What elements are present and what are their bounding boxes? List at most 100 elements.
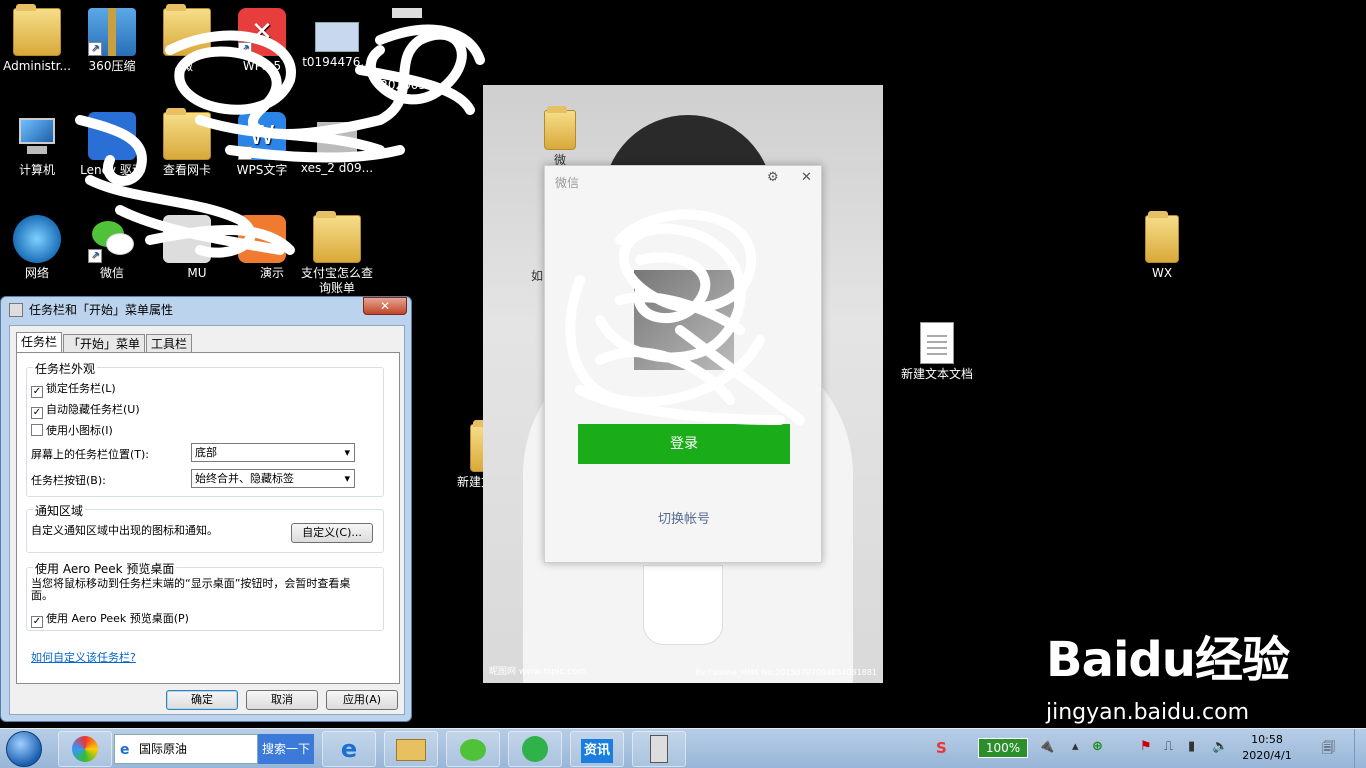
taskbar-tab-panel: 任务栏外观 ✓ 锁定任务栏(L) ✓ 自动隐藏任务栏(U) 使用小图标(I) 屏幕上…	[16, 352, 400, 684]
desktop-icon-label: 计算机	[18, 163, 55, 177]
sogou-icon[interactable]: S	[936, 739, 947, 757]
desktop-icon-check-nic[interactable]: 查看网卡	[150, 108, 224, 178]
taskbar-news[interactable]: 资讯	[570, 731, 624, 767]
desktop-icon-mu[interactable]: MU	[150, 215, 224, 281]
desktop-icon-2020033[interactable]: 2020033	[370, 8, 444, 93]
checkbox-unchecked[interactable]	[31, 424, 43, 436]
desktop-icon-presentation[interactable]: 演示	[225, 215, 299, 281]
browser-icon	[522, 736, 548, 762]
buttons-label: 任务栏按钮(B):	[31, 474, 106, 487]
switch-account-link[interactable]: 切换帐号	[545, 508, 823, 527]
desktop-icon-wx-folder[interactable]: WX	[1125, 211, 1199, 281]
customize-button[interactable]: 自定义(C)...	[291, 523, 373, 543]
desktop-icon-xes[interactable]: xes_2 d09...	[300, 112, 374, 176]
taskbar-browser[interactable]	[508, 731, 562, 767]
desktop-icon-label: t0194476...	[302, 55, 372, 69]
power-plug-icon[interactable]: 🔌	[1038, 739, 1054, 754]
taskbar-properties-dialog[interactable]: 任务栏和「开始」菜单属性 ✕ 任务栏 「开始」菜单 工具栏 任务栏外观 ✓ 锁定任…	[0, 296, 412, 722]
close-icon[interactable]: ✕	[801, 170, 812, 185]
login-button[interactable]: 登录	[578, 424, 790, 464]
news-button-label: 资讯	[580, 739, 613, 763]
desktop-icon-label: 查看网卡	[162, 163, 211, 177]
buttons-select[interactable]: 始终合并、隐藏标签	[191, 469, 355, 488]
desktop-icon-wps[interactable]: ✕ ↗ WPS 5	[225, 8, 299, 74]
desktop-icon-alipay-folder[interactable]: 支付宝怎么查询账单	[300, 211, 374, 296]
search-input[interactable]: 国际原油	[114, 734, 258, 764]
close-button[interactable]: ✕	[363, 297, 407, 315]
help-link[interactable]: 如何自定义该任务栏?	[31, 649, 136, 665]
taskbar-wechat[interactable]	[446, 731, 500, 767]
desktop-icon-label: 360压缩	[88, 59, 136, 73]
taskbar-server-app[interactable]	[632, 731, 686, 767]
tab-taskbar[interactable]: 任务栏	[16, 332, 63, 353]
volume-icon[interactable]: 🔈	[1212, 739, 1228, 754]
small-icons-checkbox[interactable]: 使用小图标(I)	[31, 422, 113, 438]
taskbar-ie[interactable]: e	[322, 731, 376, 767]
desktop-icon-lenovo[interactable]: Lenov 驱动	[75, 112, 149, 178]
aero-peek-checkbox[interactable]: ✓ 使用 Aero Peek 预览桌面(P)	[31, 610, 189, 628]
colorful-app-icon	[72, 736, 98, 762]
battery-indicator[interactable]: 100%	[978, 738, 1028, 758]
tab-start-menu[interactable]: 「开始」菜单	[63, 334, 146, 353]
shortcut-arrow-icon: ↗	[88, 249, 102, 263]
lock-taskbar-label: 锁定任务栏(L)	[46, 382, 116, 395]
search-button[interactable]: 搜索一下	[258, 734, 314, 764]
desktop-icon-t0194476[interactable]: t0194476...	[300, 8, 374, 70]
desktop-icon-label: WX	[1151, 266, 1173, 280]
show-desktop-button[interactable]	[1354, 729, 1366, 768]
clock-time: 10:58	[1251, 733, 1283, 746]
system-clock[interactable]: 10:58 2020/4/1	[1232, 732, 1302, 764]
desktop-icon-label: xes_2 d09...	[300, 161, 374, 175]
tab-toolbars[interactable]: 工具栏	[146, 334, 193, 353]
desktop-icon-label: WPS文字	[236, 163, 288, 177]
signal-icon[interactable]: ▮	[1188, 739, 1195, 754]
flag-icon[interactable]: ⚑	[1140, 739, 1152, 754]
wechat-login-window[interactable]: 微信 ⚙ ✕ 登录 切换帐号	[544, 165, 822, 563]
group-label: 使用 Aero Peek 预览桌面	[33, 560, 177, 577]
gear-icon[interactable]: ⚙	[767, 170, 779, 185]
checkbox-checked[interactable]: ✓	[31, 386, 43, 398]
tab-strip: 任务栏 「开始」菜单 工具栏	[16, 332, 193, 353]
clock-date: 2020/4/1	[1242, 749, 1292, 762]
ok-button[interactable]: 确定	[166, 690, 238, 710]
wechat-icon	[460, 739, 486, 761]
desktop-icon-new-text[interactable]: 新建文本文档	[900, 322, 974, 382]
desktop-icon-wechat[interactable]: ↗ 微信	[75, 215, 149, 281]
taskbar-explorer[interactable]	[384, 731, 438, 767]
desktop-icon-label: Lenov 驱动	[80, 163, 144, 177]
zip-icon: ↗	[88, 8, 136, 56]
aero-text: 当您将鼠标移动到任务栏末端的“显示桌面”按钮时，会暂时查看桌面。	[31, 577, 351, 602]
desktop-icon-folder-wei[interactable]: 微	[150, 4, 224, 74]
image-icon	[317, 122, 357, 158]
desktop-icon-wps-writer[interactable]: W ↗ WPS文字	[225, 112, 299, 178]
folder-icon	[1145, 211, 1179, 263]
position-select[interactable]: 底部	[191, 443, 355, 462]
desktop-icon-360zip[interactable]: ↗ 360压缩	[75, 8, 149, 74]
taskbar-app-360[interactable]	[58, 731, 112, 767]
desktop-icon-computer[interactable]: 计算机	[0, 112, 74, 178]
folder-icon	[396, 739, 426, 761]
cancel-button[interactable]: 取消	[246, 690, 318, 710]
desktop-icon-network[interactable]: 网络	[0, 215, 74, 281]
appearance-group: 任务栏外观 ✓ 锁定任务栏(L) ✓ 自动隐藏任务栏(U) 使用小图标(I) 屏幕上…	[26, 360, 384, 497]
dialog-body: 任务栏 「开始」菜单 工具栏 任务栏外观 ✓ 锁定任务栏(L) ✓ 自动隐藏任务栏(…	[9, 325, 405, 715]
taskbar-icon	[9, 303, 23, 317]
watermark-nipic: 昵图网 www.nipic.com	[489, 667, 587, 677]
app-icon	[163, 215, 211, 263]
usb-icon[interactable]: ⎍	[1164, 739, 1173, 754]
lock-taskbar-checkbox[interactable]: ✓ 锁定任务栏(L)	[31, 380, 116, 398]
baidu-jingyan-logo: Baidu经验	[1046, 632, 1290, 688]
start-button[interactable]	[6, 731, 42, 767]
aero-peek-group: 使用 Aero Peek 预览桌面 当您将鼠标移动到任务栏末端的“显示桌面”按钮…	[26, 560, 384, 631]
checkbox-checked[interactable]: ✓	[31, 407, 43, 419]
notification-area-group: 通知区域 自定义通知区域中出现的图标和通知。 自定义(C)...	[26, 502, 384, 553]
notification-icon[interactable]: 🗐	[1322, 739, 1335, 761]
user-folder-icon	[13, 4, 61, 56]
security-icon[interactable]: ⊕	[1092, 739, 1103, 754]
apply-button[interactable]: 应用(A)	[326, 690, 398, 710]
desktop-icon-label: WPS 5	[242, 59, 282, 73]
auto-hide-checkbox[interactable]: ✓ 自动隐藏任务栏(U)	[31, 401, 140, 419]
show-hidden-icons[interactable]: ▴	[1072, 739, 1079, 754]
checkbox-checked[interactable]: ✓	[31, 616, 43, 628]
desktop-icon-administrator[interactable]: Administr...	[0, 4, 74, 74]
